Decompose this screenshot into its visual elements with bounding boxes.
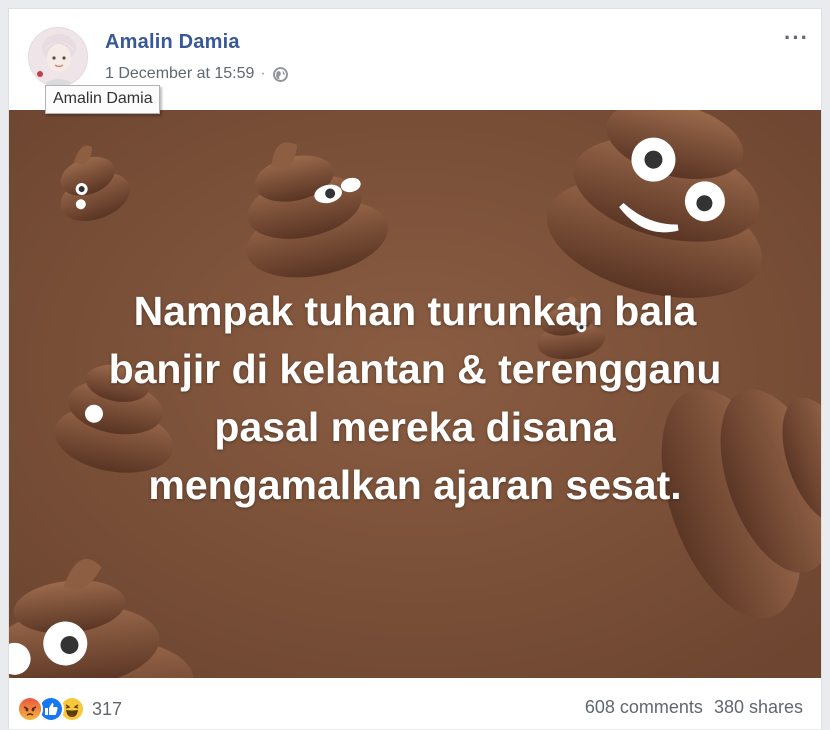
comments-count-link[interactable]: 608 comments	[585, 697, 703, 718]
post-meta: 1 December at 15:59 ·	[105, 65, 289, 83]
post-stats: 608 comments 380 shares	[585, 697, 803, 718]
reactions-summary[interactable]: 317	[17, 696, 122, 722]
globe-icon[interactable]	[272, 66, 289, 83]
caption-line: banjir di kelantan & terengganu	[108, 346, 722, 392]
caption-line: mengamalkan ajaran sesat.	[148, 462, 682, 508]
caption-line: pasal mereka disana	[214, 404, 616, 450]
more-options-button[interactable]: ···	[784, 27, 809, 49]
author-avatar[interactable]	[28, 27, 88, 87]
post-card: Amalin Damia 1 December at 15:59 · ··· N…	[8, 8, 822, 729]
shares-count-link[interactable]: 380 shares	[714, 697, 803, 718]
image-caption-text: Nampak tuhan turunkan bala banjir di kel…	[9, 282, 821, 514]
post-footer: 317 608 comments 380 shares	[9, 678, 821, 730]
author-name[interactable]: Amalin Damia	[105, 31, 240, 54]
author-tooltip: Amalin Damia	[45, 85, 160, 114]
meta-separator: ·	[260, 65, 266, 82]
angry-icon	[17, 696, 43, 722]
caption-line: Nampak tuhan turunkan bala	[133, 288, 697, 334]
post-image[interactable]: Nampak tuhan turunkan bala banjir di kel…	[9, 110, 821, 678]
reaction-count: 317	[92, 698, 123, 719]
post-timestamp[interactable]: 1 December at 15:59	[105, 65, 254, 83]
